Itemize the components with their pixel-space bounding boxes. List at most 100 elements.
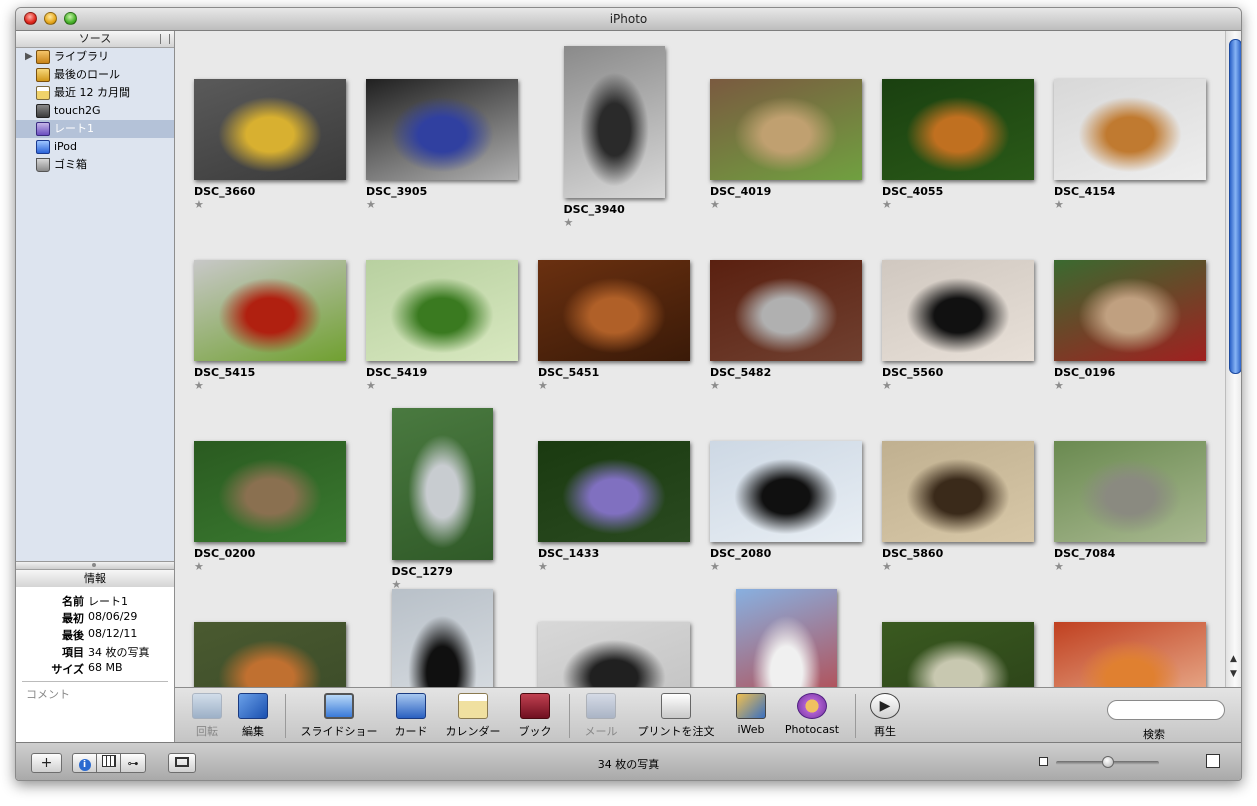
vertical-scrollbar[interactable]: ▲ ▼ xyxy=(1225,31,1241,687)
photo-thumbnail[interactable] xyxy=(194,260,346,361)
photo-title[interactable]: DSC_5860 xyxy=(882,547,943,560)
photo-thumbnail[interactable] xyxy=(710,260,862,361)
rating-star-icon[interactable]: ★ xyxy=(538,560,548,573)
rating-star-icon[interactable]: ★ xyxy=(194,198,204,211)
photo-title[interactable]: DSC_3660 xyxy=(194,185,255,198)
order-prints-button[interactable]: プリントを注文 xyxy=(633,693,719,739)
photo-thumbnail[interactable] xyxy=(538,622,690,687)
photo-title[interactable]: DSC_1279 xyxy=(392,565,453,578)
photo-thumbnail[interactable] xyxy=(194,441,346,542)
photo-thumbnail[interactable] xyxy=(1054,79,1206,180)
photo-title[interactable]: DSC_5560 xyxy=(882,366,943,379)
photo-thumbnail[interactable] xyxy=(194,79,346,180)
rating-star-icon[interactable]: ★ xyxy=(882,198,892,211)
photo-title[interactable]: DSC_3905 xyxy=(366,185,427,198)
toolbar-separator xyxy=(855,694,856,738)
photo-thumbnail[interactable] xyxy=(1054,622,1206,687)
book-icon xyxy=(520,693,550,719)
scroll-up-arrow-icon[interactable]: ▲ xyxy=(1230,654,1237,664)
photo-thumbnail[interactable] xyxy=(710,79,862,180)
photo-title[interactable]: DSC_5482 xyxy=(710,366,771,379)
photo-title[interactable]: DSC_4019 xyxy=(710,185,771,198)
zoom-slider-knob[interactable] xyxy=(1101,756,1114,768)
sidebar-item-rating1[interactable]: レート1 xyxy=(16,120,174,138)
photo-title[interactable]: DSC_5419 xyxy=(366,366,427,379)
resize-grip-icon[interactable] xyxy=(160,34,170,44)
rating-star-icon[interactable]: ★ xyxy=(710,379,720,392)
photo-thumbnail[interactable] xyxy=(1054,260,1206,361)
play-button[interactable]: ▶ 再生 xyxy=(865,693,905,739)
photo-thumbnail[interactable] xyxy=(882,79,1034,180)
small-thumbnail-icon[interactable] xyxy=(1039,757,1048,766)
rotate-button[interactable]: 回転 xyxy=(187,693,227,739)
iweb-button[interactable]: iWeb xyxy=(731,693,771,736)
slideshow-button[interactable]: スライドショー xyxy=(297,693,381,739)
photo-title[interactable]: DSC_5451 xyxy=(538,366,599,379)
photo-thumbnail[interactable] xyxy=(538,441,690,542)
toolbar-separator xyxy=(285,694,286,738)
photo-grid[interactable]: DSC_3660 ★ DSC_3905 ★ DSC_3940 ★ DSC_4019 ★ DSC_… xyxy=(175,31,1225,687)
card-button[interactable]: カード xyxy=(389,693,433,739)
photo-title[interactable]: DSC_4055 xyxy=(882,185,943,198)
rating-star-icon[interactable]: ★ xyxy=(882,560,892,573)
photo-thumbnail[interactable] xyxy=(735,589,837,687)
sidebar-item-last-roll[interactable]: 最後のロール xyxy=(16,66,174,84)
rating-star-icon[interactable]: ★ xyxy=(1054,379,1064,392)
title-bar[interactable]: iPhoto xyxy=(16,8,1241,31)
sidebar-item-touch2g[interactable]: touch2G xyxy=(16,102,174,120)
photo-title[interactable]: DSC_2080 xyxy=(710,547,771,560)
photo-thumbnail[interactable] xyxy=(1054,441,1206,542)
search-input[interactable] xyxy=(1107,700,1225,720)
rating-star-icon[interactable]: ★ xyxy=(710,560,720,573)
photo-title[interactable]: DSC_7084 xyxy=(1054,547,1115,560)
photo-thumbnail[interactable] xyxy=(710,441,862,542)
photocast-button[interactable]: Photocast xyxy=(783,693,841,736)
sidebar-item-ipod[interactable]: iPod xyxy=(16,138,174,156)
sidebar-item-last-12-months[interactable]: 最近 12 カ月間 xyxy=(16,84,174,102)
rating-star-icon[interactable]: ★ xyxy=(538,379,548,392)
photo-thumbnail[interactable] xyxy=(882,260,1034,361)
photo-thumbnail[interactable] xyxy=(194,622,346,687)
ipod-icon xyxy=(36,140,50,154)
calendar-button[interactable]: カレンダー xyxy=(443,693,503,739)
disclosure-triangle-icon[interactable]: ▶ xyxy=(25,48,33,66)
photo-title[interactable]: DSC_3940 xyxy=(564,203,625,216)
info-splitter[interactable] xyxy=(16,561,174,569)
photo-thumbnail[interactable] xyxy=(538,260,690,361)
scroll-down-arrow-icon[interactable]: ▼ xyxy=(1230,669,1237,679)
photo-title[interactable]: DSC_1433 xyxy=(538,547,599,560)
photo-title[interactable]: DSC_0200 xyxy=(194,547,255,560)
mail-button[interactable]: メール xyxy=(581,693,621,739)
book-button[interactable]: ブック xyxy=(515,693,555,739)
info-value: 34 枚の写真 xyxy=(88,646,150,659)
large-thumbnail-icon[interactable] xyxy=(1206,754,1220,768)
rating-star-icon[interactable]: ★ xyxy=(366,198,376,211)
photo-thumbnail[interactable] xyxy=(882,622,1034,687)
rating-star-icon[interactable]: ★ xyxy=(882,379,892,392)
photo-thumbnail[interactable] xyxy=(366,79,518,180)
rating-star-icon[interactable]: ★ xyxy=(194,379,204,392)
photo-title[interactable]: DSC_5415 xyxy=(194,366,255,379)
sidebar-item-library[interactable]: ▶ ライブラリ xyxy=(16,48,174,66)
photo-title[interactable]: DSC_4154 xyxy=(1054,185,1115,198)
rating-star-icon[interactable]: ★ xyxy=(366,379,376,392)
info-value[interactable]: レート1 xyxy=(88,593,128,609)
photo-thumbnail[interactable] xyxy=(882,441,1034,542)
rating-star-icon[interactable]: ★ xyxy=(564,216,574,229)
scrollbar-thumb[interactable] xyxy=(1229,39,1241,374)
comment-field[interactable]: コメント xyxy=(26,686,70,702)
mail-label: メール xyxy=(584,725,618,738)
photo-thumbnail[interactable] xyxy=(391,589,493,687)
rating-star-icon[interactable]: ★ xyxy=(1054,560,1064,573)
photo-title[interactable]: DSC_0196 xyxy=(1054,366,1115,379)
sidebar-item-trash[interactable]: ゴミ箱 xyxy=(16,156,174,174)
rating-star-icon[interactable]: ★ xyxy=(710,198,720,211)
photo-thumbnail[interactable] xyxy=(563,46,665,198)
info-row-first: 最初 08/06/29 xyxy=(16,610,174,627)
photo-thumbnail[interactable] xyxy=(366,260,518,361)
edit-button[interactable]: 編集 xyxy=(231,693,275,739)
card-icon xyxy=(396,693,426,719)
photo-thumbnail[interactable] xyxy=(391,408,493,560)
rating-star-icon[interactable]: ★ xyxy=(1054,198,1064,211)
rating-star-icon[interactable]: ★ xyxy=(194,560,204,573)
